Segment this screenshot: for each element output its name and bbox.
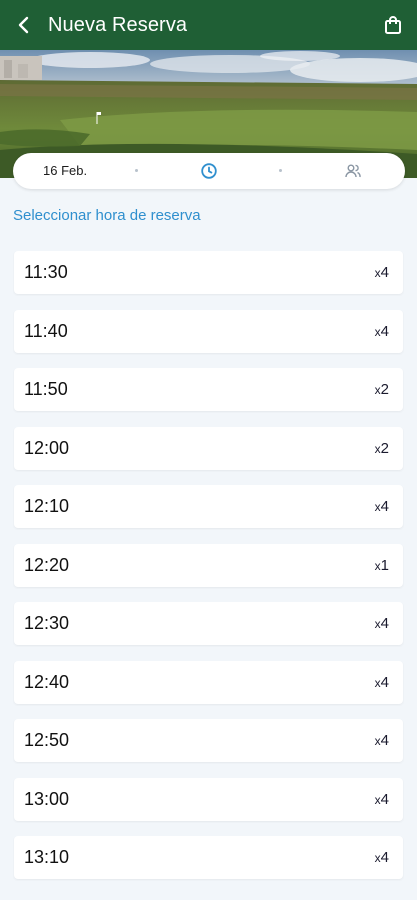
slot-time: 12:30 [24,613,70,633]
slot-time: 13:10 [24,847,70,867]
slot-time: 12:20 [24,554,70,575]
slot-capacity: x4 [375,615,389,632]
slot-time: 12:50 [24,730,70,750]
chevron-left-icon [18,16,29,34]
page-title: Nueva Reserva [48,13,188,36]
cart-button[interactable] [369,0,417,50]
step-separator [135,169,138,172]
slot-time: 12:40 [24,671,70,692]
slot-time: 11:40 [24,320,68,341]
time-slot-row[interactable]: 12:30 x4 [14,602,403,645]
slot-capacity: x4 [375,674,389,691]
app-bar: Nueva Reserva [0,0,417,50]
slot-capacity: x2 [375,381,389,398]
slot-time: 11:30 [24,262,68,282]
slot-capacity-value: 4 [380,615,389,632]
slot-capacity: x4 [375,498,389,515]
time-slot-row[interactable]: 13:10 x4 [14,836,403,879]
time-slot-row[interactable]: 12:50 x4 [14,719,403,762]
slot-capacity-value: 4 [380,264,389,281]
slot-time: 11:50 [24,379,68,399]
slot-capacity: x1 [375,557,389,574]
step-date[interactable]: 16 Feb. [43,153,87,189]
slot-time: 13:00 [24,788,70,809]
slot-capacity-value: 4 [380,498,389,515]
time-slot-row[interactable]: 12:20 x1 [14,543,403,587]
time-slot-row[interactable]: 11:40 x4 [14,309,403,353]
slot-capacity-value: 4 [380,849,389,866]
slot-capacity-value: 4 [380,673,389,691]
slot-time: 12:00 [24,437,70,458]
slot-capacity: x4 [375,791,389,808]
time-slot-row[interactable]: 12:40 x4 [14,660,403,704]
slot-time: 12:10 [24,496,70,516]
time-slot-row[interactable]: 12:00 x2 [14,426,403,470]
slot-capacity-value: 4 [380,732,389,749]
back-button[interactable] [0,0,48,50]
step-separator [279,169,282,172]
slot-capacity-value: 4 [380,322,389,340]
slot-capacity: x4 [375,732,389,749]
slot-capacity: x4 [375,849,389,866]
slot-capacity: x2 [375,440,389,457]
time-slot-row[interactable]: 12:10 x4 [14,485,403,528]
slot-capacity: x4 [375,323,389,340]
section-title: Seleccionar hora de reserva [13,207,201,224]
shopping-bag-icon [385,16,401,34]
time-slot-row[interactable]: 13:00 x4 [14,777,403,821]
slot-capacity-value: 2 [380,381,389,398]
time-slot-row[interactable]: 11:50 x2 [14,368,403,411]
slot-capacity-value: 1 [380,556,389,574]
booking-stepper: 16 Feb. [13,153,405,189]
slot-capacity-value: 4 [380,790,389,808]
users-icon[interactable] [344,162,362,180]
clock-icon[interactable] [200,162,218,180]
time-slot-row[interactable]: 11:30 x4 [14,251,403,294]
slot-capacity-value: 2 [380,439,389,457]
slot-capacity: x4 [375,264,389,281]
